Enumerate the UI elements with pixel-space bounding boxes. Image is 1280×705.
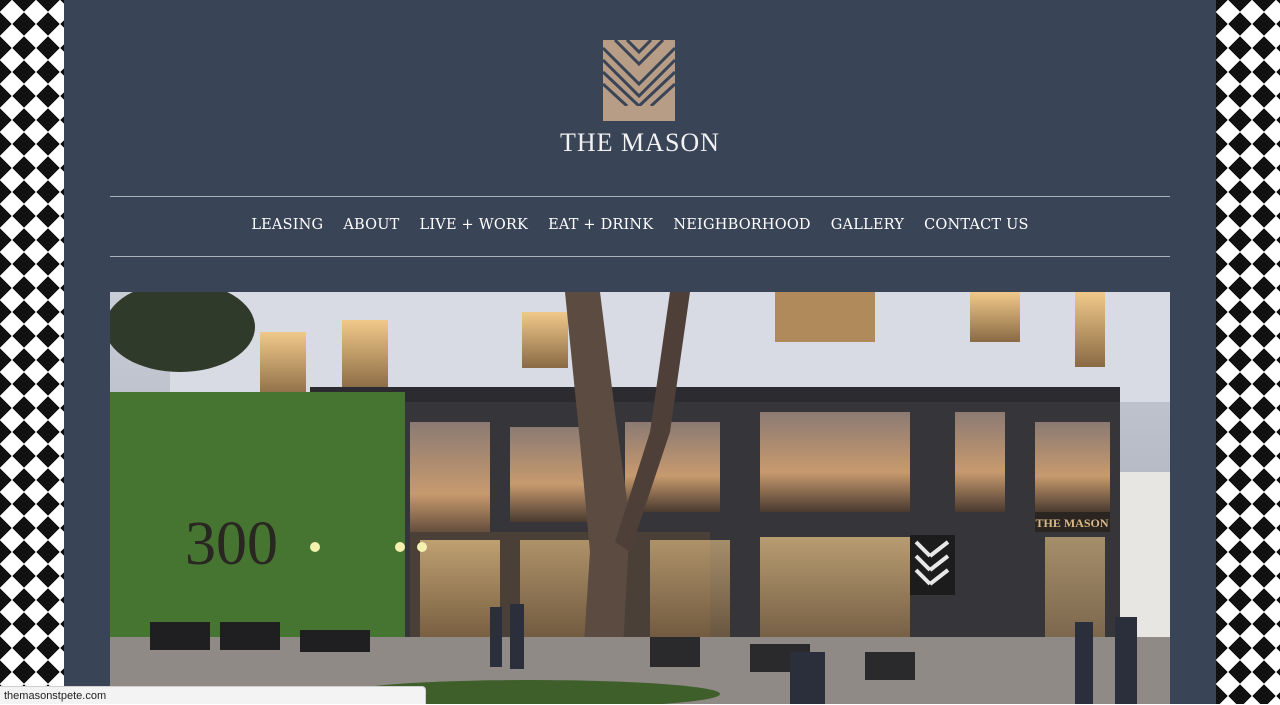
main-nav: LEASING ABOUT LIVE + WORK EAT + DRINK NE… [110, 215, 1170, 235]
nav-item-neighborhood[interactable]: NEIGHBORHOOD [673, 215, 810, 235]
address-number: 300 [185, 510, 278, 578]
storefront-sign: THE MASON [1035, 516, 1108, 530]
nav-item-leasing[interactable]: LEASING [251, 215, 323, 235]
status-bar-url: themasonstpete.com [0, 686, 426, 704]
building-rendering: 300 THE MASON [110, 292, 1170, 704]
hero-image: 300 THE MASON [110, 292, 1170, 704]
chevron-pattern-left [0, 0, 64, 704]
chevron-pattern-right [1216, 0, 1280, 704]
nav-item-live-work[interactable]: LIVE + WORK [420, 215, 529, 235]
nav-divider-bottom [110, 256, 1170, 257]
nav-divider-top [110, 196, 1170, 197]
nav-item-gallery[interactable]: GALLERY [831, 215, 904, 235]
nav-item-eat-drink[interactable]: EAT + DRINK [548, 215, 653, 235]
nav-item-about[interactable]: ABOUT [343, 215, 399, 235]
mason-logo-icon [603, 40, 675, 121]
nav-item-contact-us[interactable]: CONTACT US [924, 215, 1029, 235]
page-container: THE MASON LEASING ABOUT LIVE + WORK EAT … [64, 0, 1216, 704]
brand-name: THE MASON [560, 128, 720, 157]
